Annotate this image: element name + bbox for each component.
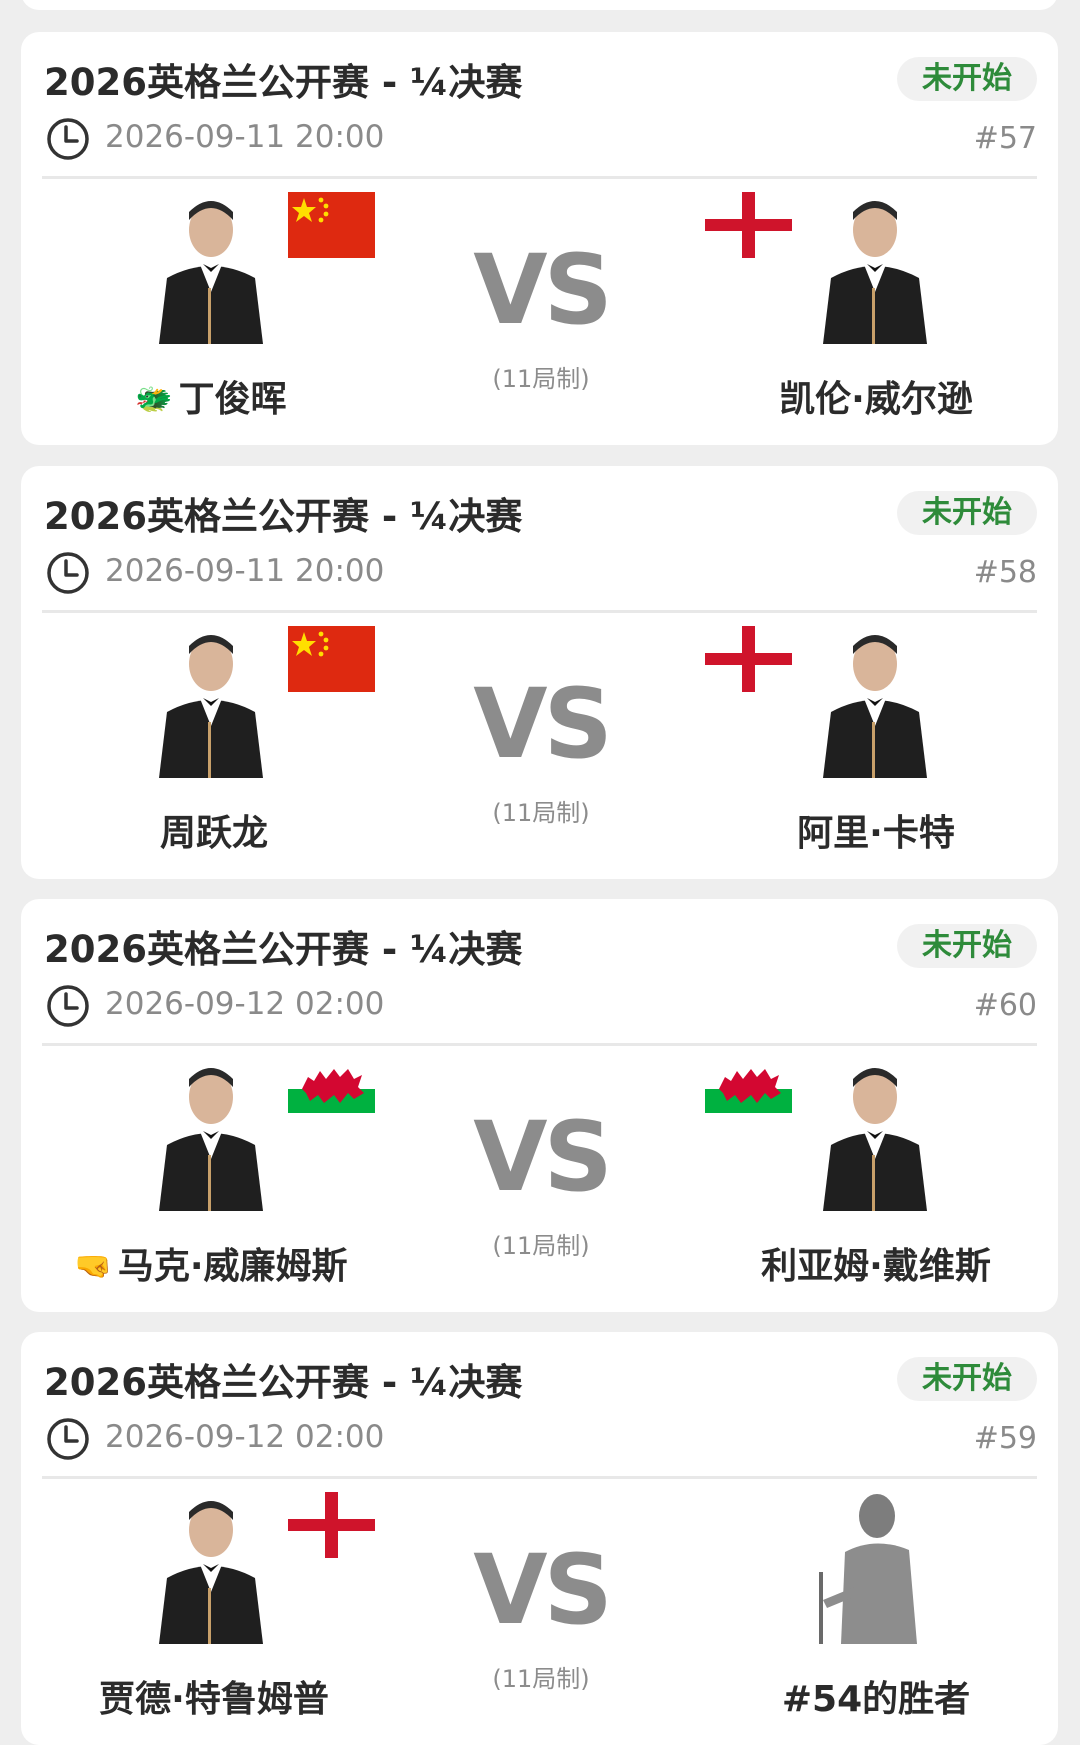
divider bbox=[42, 1476, 1037, 1479]
right-player-flag bbox=[705, 192, 792, 258]
england-flag-icon bbox=[705, 626, 792, 692]
left-player-flag bbox=[288, 1492, 375, 1558]
match-card[interactable]: 2026英格兰公开赛 - ¼决赛 未开始 2026-09-11 20:00 #5… bbox=[21, 466, 1058, 879]
player-name-text: 丁俊晖 bbox=[178, 379, 287, 420]
player-name-text: 利亚姆·戴维斯 bbox=[761, 1246, 991, 1287]
vs-label: VS bbox=[473, 1534, 612, 1646]
player-name-text: 阿里·卡特 bbox=[797, 813, 955, 854]
match-datetime: 2026-09-11 20:00 bbox=[105, 553, 385, 589]
right-player-avatar[interactable] bbox=[805, 1059, 945, 1211]
match-datetime: 2026-09-12 02:00 bbox=[105, 1419, 385, 1455]
left-player-name[interactable]: 周跃龙 bbox=[31, 804, 391, 856]
match-card[interactable]: 2026英格兰公开赛 - ¼决赛 未开始 2026-09-12 02:00 #5… bbox=[21, 1332, 1058, 1745]
player-emoji: 🐲 bbox=[135, 382, 173, 417]
england-flag-icon bbox=[705, 192, 792, 258]
player-silhouette-icon bbox=[159, 1501, 263, 1644]
player-name-text: 凯伦·威尔逊 bbox=[779, 379, 973, 420]
match-format: (11局制) bbox=[492, 1665, 590, 1693]
right-player-flag bbox=[705, 1059, 792, 1125]
status-badge: 未开始 bbox=[897, 57, 1037, 101]
player-silhouette-icon bbox=[823, 201, 927, 344]
match-number: #57 bbox=[973, 121, 1037, 156]
player-name-text: #54的胜者 bbox=[781, 1679, 971, 1720]
match-card[interactable]: 2026英格兰公开赛 - ¼决赛 未开始 2026-09-11 20:00 #5… bbox=[21, 32, 1058, 445]
vs-label: VS bbox=[473, 1101, 612, 1213]
left-player-avatar[interactable] bbox=[141, 626, 281, 778]
player-silhouette-icon bbox=[823, 1068, 927, 1211]
match-number: #60 bbox=[973, 988, 1037, 1023]
player-name-text: 贾德·特鲁姆普 bbox=[99, 1679, 329, 1720]
right-player-name[interactable]: 利亚姆·戴维斯 bbox=[693, 1237, 1053, 1289]
clock-icon bbox=[47, 985, 89, 1027]
player-silhouette-icon bbox=[159, 1068, 263, 1211]
left-player-name[interactable]: 贾德·特鲁姆普 bbox=[31, 1670, 391, 1722]
right-player-avatar[interactable] bbox=[805, 192, 945, 344]
previous-card-edge bbox=[21, 0, 1058, 10]
match-card[interactable]: 2026英格兰公开赛 - ¼决赛 未开始 2026-09-12 02:00 #6… bbox=[21, 899, 1058, 1312]
right-player-avatar[interactable] bbox=[805, 626, 945, 778]
status-badge: 未开始 bbox=[897, 924, 1037, 968]
wales-flag-icon bbox=[288, 1059, 375, 1113]
match-title: 2026英格兰公开赛 - ¼决赛 bbox=[44, 928, 523, 971]
divider bbox=[42, 176, 1037, 179]
match-datetime: 2026-09-11 20:00 bbox=[105, 119, 385, 155]
left-player-name[interactable]: 🐲 丁俊晖 bbox=[31, 370, 391, 422]
left-player-flag bbox=[288, 626, 375, 692]
right-player-flag bbox=[705, 626, 792, 692]
wales-flag-icon bbox=[705, 1059, 792, 1113]
status-badge: 未开始 bbox=[897, 1357, 1037, 1401]
match-title: 2026英格兰公开赛 - ¼决赛 bbox=[44, 61, 523, 104]
placeholder-player-icon bbox=[819, 1494, 917, 1644]
vs-label: VS bbox=[473, 668, 612, 780]
right-player-name[interactable]: 阿里·卡特 bbox=[693, 804, 1053, 856]
match-format: (11局制) bbox=[492, 799, 590, 827]
player-silhouette-icon bbox=[823, 635, 927, 778]
player-emoji: 🤜 bbox=[74, 1249, 112, 1284]
left-player-avatar[interactable] bbox=[141, 1492, 281, 1644]
clock-icon bbox=[47, 1418, 89, 1460]
match-datetime: 2026-09-12 02:00 bbox=[105, 986, 385, 1022]
left-player-name[interactable]: 🤜 马克·威廉姆斯 bbox=[31, 1237, 391, 1289]
left-player-avatar[interactable] bbox=[141, 192, 281, 344]
match-format: (11局制) bbox=[492, 1232, 590, 1260]
vs-label: VS bbox=[473, 234, 612, 346]
player-name-text: 马克·威廉姆斯 bbox=[117, 1246, 348, 1287]
left-player-avatar[interactable] bbox=[141, 1059, 281, 1211]
china-flag-icon bbox=[288, 626, 375, 692]
right-player-name[interactable]: #54的胜者 bbox=[693, 1670, 1053, 1722]
match-title: 2026英格兰公开赛 - ¼决赛 bbox=[44, 1361, 523, 1404]
right-player-name[interactable]: 凯伦·威尔逊 bbox=[693, 370, 1053, 422]
left-player-flag bbox=[288, 192, 375, 258]
match-number: #58 bbox=[973, 555, 1037, 590]
status-badge: 未开始 bbox=[897, 491, 1037, 535]
clock-icon bbox=[47, 118, 89, 160]
match-format: (11局制) bbox=[492, 365, 590, 393]
left-player-flag bbox=[288, 1059, 375, 1125]
china-flag-icon bbox=[288, 192, 375, 258]
player-name-text: 周跃龙 bbox=[159, 813, 268, 854]
clock-icon bbox=[47, 552, 89, 594]
player-silhouette-icon bbox=[159, 201, 263, 344]
england-flag-icon bbox=[288, 1492, 375, 1558]
divider bbox=[42, 610, 1037, 613]
match-number: #59 bbox=[973, 1421, 1037, 1456]
right-player-avatar[interactable] bbox=[805, 1492, 945, 1644]
right-player-flag bbox=[705, 1492, 792, 1558]
player-silhouette-icon bbox=[159, 635, 263, 778]
match-title: 2026英格兰公开赛 - ¼决赛 bbox=[44, 495, 523, 538]
divider bbox=[42, 1043, 1037, 1046]
